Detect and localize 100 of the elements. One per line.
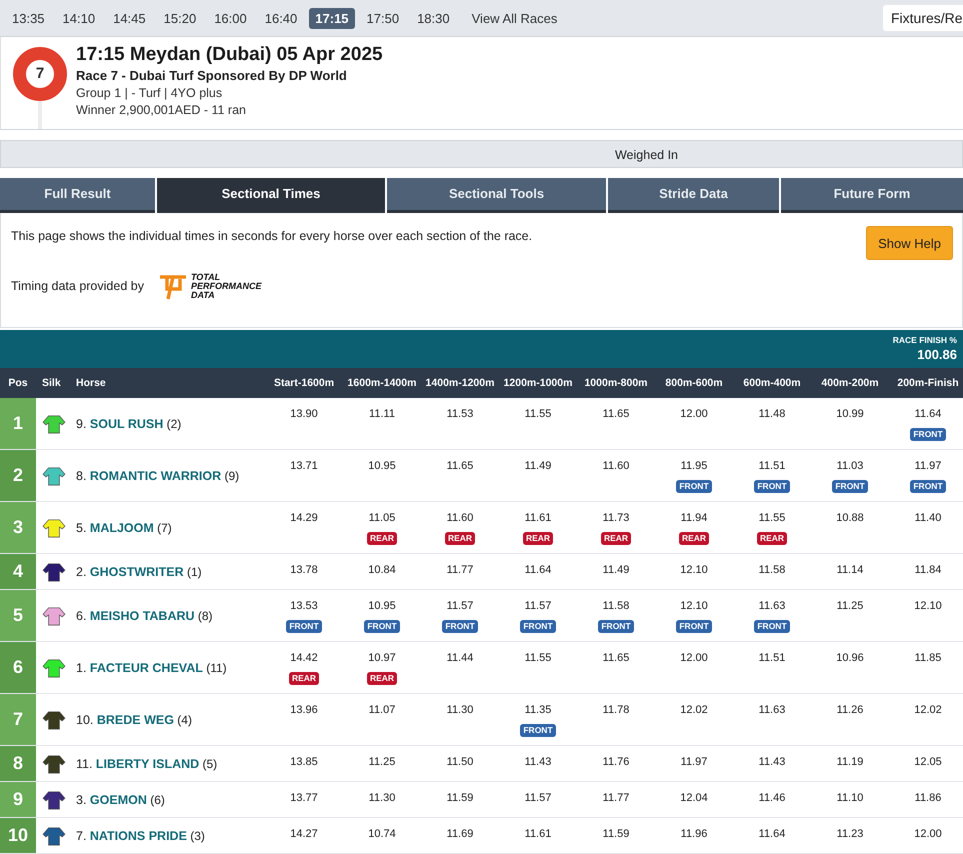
section-time: 11.60 (446, 511, 474, 526)
section-time: 11.11 (368, 407, 396, 422)
section-time: 11.60 (602, 459, 630, 474)
position-cell: 2 (0, 450, 36, 502)
position-cell: 5 (0, 590, 36, 642)
section-time: 12.02 (913, 703, 943, 718)
section-time: 11.96 (680, 827, 708, 842)
section-time: 11.85 (914, 651, 942, 666)
horse-entry: 11. LIBERTY ISLAND (5) (75, 756, 218, 770)
race-time-link[interactable]: 14:45 (107, 8, 152, 28)
position-tag: REAR (366, 672, 398, 685)
column-header: 1000m-800m (577, 368, 655, 398)
fixtures-dropdown[interactable]: Fixtures/Re (883, 5, 963, 31)
position-tag: FRONT (520, 724, 556, 737)
logo: TOTAL PERFORMANCE DATA (158, 270, 262, 302)
position-tag: FRONT (754, 480, 790, 493)
section-time: 11.07 (368, 703, 396, 718)
section-time: 11.65 (602, 651, 630, 666)
section-time: 10.74 (367, 827, 397, 842)
section-time: 11.46 (758, 791, 786, 806)
tab[interactable]: Stride Data (608, 178, 779, 213)
section-time: 11.23 (836, 827, 864, 842)
horse-entry: 1. FACTEUR CHEVAL (11) (75, 660, 227, 674)
position-tag: FRONT (520, 620, 556, 633)
race-time-link[interactable]: 17:50 (360, 8, 406, 28)
section-time: 12.00 (913, 827, 943, 842)
section-time: 11.63 (758, 703, 786, 718)
section-time: 11.63 (758, 599, 786, 614)
column-header: Silk (36, 368, 72, 398)
section-time: 12.10 (679, 599, 709, 614)
race-time-link[interactable]: 15:20 (158, 8, 202, 28)
section-time: 11.48 (758, 407, 786, 422)
show-help-button[interactable]: Show Help (866, 226, 953, 260)
section-time: 11.30 (446, 703, 474, 718)
position-tag: FRONT (286, 620, 322, 633)
section-time: 10.99 (835, 407, 865, 422)
status-bar: Weighed In (0, 140, 963, 168)
position-tag: FRONT (676, 480, 712, 493)
horse-entry: 2. GHOSTWRITER (1) (75, 564, 202, 578)
race-time-link[interactable]: 16:00 (208, 8, 253, 28)
section-time: 12.10 (913, 599, 943, 614)
view-all-races-link[interactable]: View All Races (466, 8, 564, 28)
section-time: 10.88 (835, 511, 865, 526)
race-details: Group 1 | - Turf | 4YO plus (76, 86, 224, 100)
column-header: 200m-Finish (889, 368, 963, 398)
position-tag: FRONT (910, 480, 946, 493)
tab[interactable]: Full Result (0, 178, 155, 213)
section-time: 11.84 (914, 563, 942, 578)
section-time: 11.76 (602, 755, 630, 770)
tab[interactable]: Sectional Tools (387, 178, 606, 213)
section-time: 13.90 (289, 407, 319, 422)
section-time: 11.95 (680, 459, 708, 474)
race-time-link[interactable]: 17:15 (309, 8, 355, 28)
section-time: 11.19 (836, 755, 864, 770)
section-time: 11.57 (524, 599, 552, 614)
section-time: 11.55 (524, 651, 552, 666)
race-name: Race 7 - Dubai Turf Sponsored By DP World (76, 68, 348, 83)
position-cell: 4 (0, 554, 36, 590)
race-finish-value: 100.86 (916, 347, 957, 362)
section-time: 13.71 (289, 459, 319, 474)
section-time: 11.57 (524, 791, 552, 806)
position-tag: FRONT (364, 620, 400, 633)
horse-entry: 8. ROMANTIC WARRIOR (9) (75, 468, 240, 482)
tab[interactable]: Sectional Times (157, 178, 385, 213)
section-time: 11.58 (758, 563, 786, 578)
position-cell: 10 (0, 818, 36, 854)
section-time: 13.96 (289, 703, 319, 718)
race-time-link[interactable]: 16:40 (258, 8, 304, 28)
position-cell: 6 (0, 642, 36, 694)
position-tag: FRONT (910, 428, 946, 441)
race-time-link[interactable]: 13:35 (6, 8, 51, 28)
section-time: 11.57 (446, 599, 474, 614)
position-tag: FRONT (676, 620, 712, 633)
section-time: 11.55 (758, 511, 786, 526)
section-time: 11.49 (524, 459, 552, 474)
section-time: 11.51 (758, 459, 786, 474)
section-time: 12.05 (913, 755, 943, 770)
position-tag: FRONT (754, 620, 790, 633)
column-header: 1200m-1000m (499, 368, 577, 398)
section-time: 11.25 (368, 755, 396, 770)
section-time: 11.94 (680, 511, 708, 526)
position-tag: FRONT (442, 620, 478, 633)
position-tag: REAR (600, 532, 632, 545)
race-time-link[interactable]: 14:10 (56, 8, 102, 28)
section-time: 12.00 (679, 407, 709, 422)
tab[interactable]: Future Form (781, 178, 963, 213)
section-time: 11.58 (602, 599, 630, 614)
section-time: 10.95 (367, 599, 397, 614)
section-time: 11.73 (602, 511, 630, 526)
section-time: 11.64 (524, 563, 552, 578)
column-header: 1600m-1400m (343, 368, 421, 398)
section-time: 11.53 (446, 407, 474, 422)
race-time-link[interactable]: 18:30 (411, 8, 456, 28)
race-title: 17:15 Meydan (Dubai) 05 Apr 2025 (76, 44, 383, 66)
section-time: 11.65 (602, 407, 630, 422)
section-time: 11.61 (524, 827, 552, 842)
position-cell: 1 (0, 398, 36, 450)
section-time: 11.59 (602, 827, 630, 842)
section-time: 11.43 (524, 755, 552, 770)
section-time: 11.10 (836, 791, 864, 806)
